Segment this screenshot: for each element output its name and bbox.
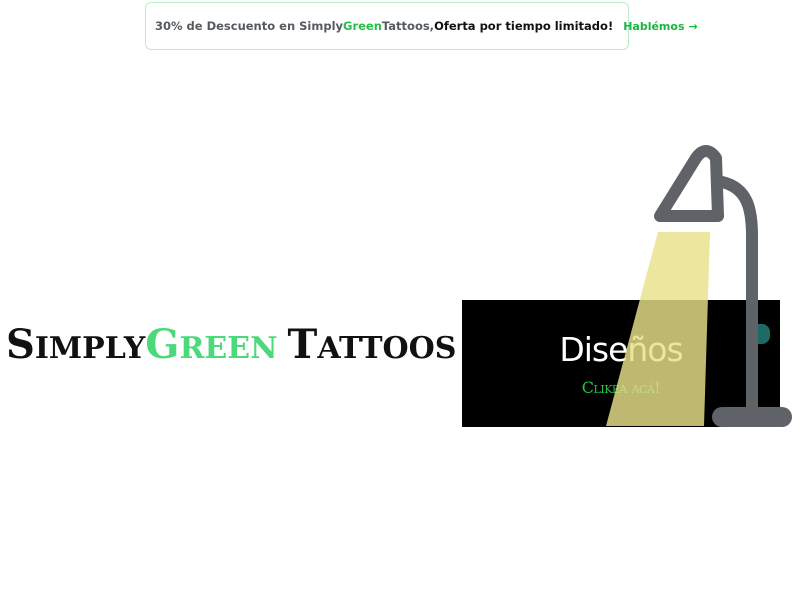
lamp-shade	[654, 145, 724, 222]
brand-green-initial: G	[145, 321, 180, 368]
arrow-right-icon: →	[688, 19, 698, 33]
brand-simply-rest: IMPLY	[34, 331, 146, 366]
brand-tattoos-initial: T	[287, 321, 318, 368]
page: 30% de Descuento en Simply Green Tattoos,…	[0, 0, 800, 600]
promo-cta-link[interactable]: Hablémos →	[623, 20, 698, 33]
promo-offer-text: Oferta por tiempo limitado!	[434, 19, 614, 33]
brand-tattoos-rest: ATTOOS	[317, 331, 457, 366]
designs-title: Diseños	[559, 330, 683, 369]
brand-green-rest: REEN	[179, 331, 278, 366]
promo-banner[interactable]: 30% de Descuento en Simply Green Tattoos,…	[145, 2, 698, 50]
promo-text-green: Green	[343, 19, 382, 33]
brand-simply-initial: S	[6, 321, 35, 368]
promo-text-end: Tattoos,	[381, 19, 435, 33]
designs-subtitle: Clikea acá!	[581, 378, 661, 397]
brand-logo[interactable]: S IMPLY G REEN T ATTOOS	[6, 325, 456, 385]
designs-link-box[interactable]: Diseños Clikea acá!	[462, 300, 780, 427]
promo-text-start: 30% de Descuento en Simply	[155, 19, 344, 33]
promo-cta-label: Hablémos	[623, 19, 685, 33]
